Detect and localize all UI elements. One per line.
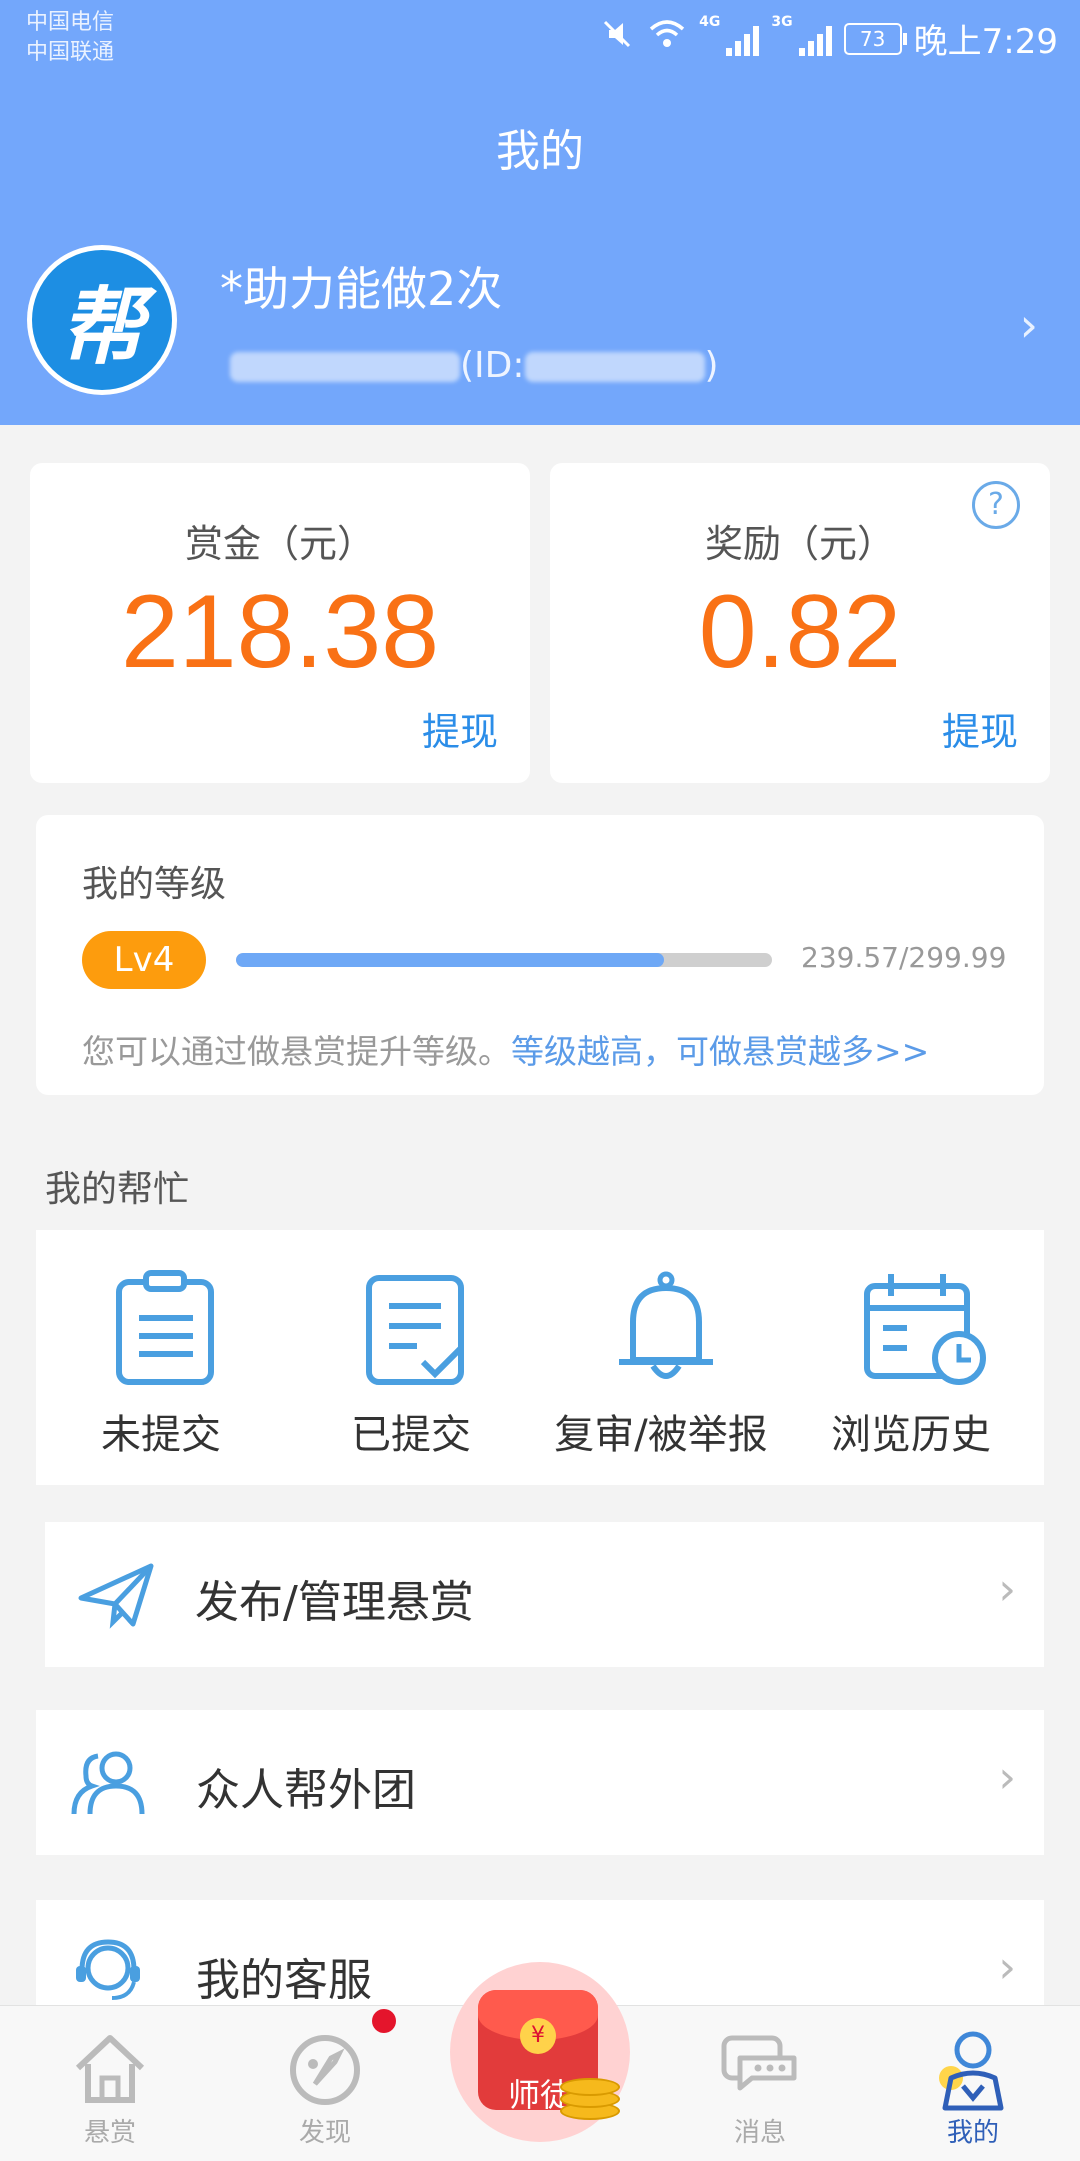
bounty-card: 赏金（元） 218.38 提现 <box>30 463 530 783</box>
level-progress-text: 239.57/299.99 <box>801 941 1007 974</box>
submitted-item[interactable]: 已提交 <box>286 1230 536 1485</box>
chevron-right-icon: › <box>998 1752 1016 1803</box>
mute-icon <box>599 16 635 61</box>
browse-history-label: 浏览历史 <box>831 1412 991 1458</box>
people-icon <box>71 1751 145 1815</box>
level-badge: Lv4 <box>82 931 206 989</box>
yuan-coin-icon: ¥ <box>520 2018 556 2054</box>
level-progress-bar <box>236 953 772 967</box>
level-info-link[interactable]: 等级越高，可做悬赏越多>> <box>511 1032 929 1071</box>
tab-bounty-label: 悬赏 <box>83 2118 136 2148</box>
clipboard-icon <box>116 1270 214 1385</box>
my-help-title: 我的帮忙 <box>45 1169 190 1210</box>
reward-withdraw-button[interactable]: 提现 <box>942 701 1018 756</box>
customer-service-icon <box>76 1939 140 2000</box>
network-type-2: 3G <box>771 14 793 30</box>
chevron-right-icon: › <box>998 1564 1016 1615</box>
reward-value: 0.82 <box>698 574 902 690</box>
status-icons: 4G 3G 73 晚上7:29 <box>599 14 1058 63</box>
browse-history-item[interactable]: 浏览历史 <box>786 1230 1036 1485</box>
avatar[interactable]: 帮 <box>27 245 177 395</box>
level-progress-fill <box>236 953 665 967</box>
team-label: 众人帮外团 <box>196 1765 416 1816</box>
level-tip: 您可以通过做悬赏提升等级。等级越高，可做悬赏越多>> <box>82 1025 929 1073</box>
reward-card: ? 奖励（元） 0.82 提现 <box>550 463 1050 783</box>
bounty-label: 赏金（元） <box>184 522 375 566</box>
carrier-1: 中国电信 <box>26 10 115 35</box>
my-help-grid: 未提交 已提交 复审/被举报 浏览历史 <box>36 1230 1044 1485</box>
profile-arrow-icon[interactable]: › <box>1020 298 1038 352</box>
bounty-value: 218.38 <box>120 574 440 690</box>
bell-icon <box>619 1271 713 1379</box>
checked-document-icon <box>366 1275 464 1385</box>
publish-manage-bounty-row[interactable]: 发布/管理悬赏 › <box>45 1522 1044 1667</box>
review-reported-item[interactable]: 复审/被举报 <box>536 1230 786 1485</box>
not-submitted-item[interactable]: 未提交 <box>36 1230 286 1485</box>
network-type-1: 4G <box>699 14 721 30</box>
customer-service-label: 我的客服 <box>196 1955 372 2006</box>
level-title: 我的等级 <box>82 864 227 905</box>
carrier-2: 中国联通 <box>26 40 115 65</box>
message-icon <box>721 2035 797 2091</box>
home-icon <box>75 2035 145 2103</box>
publish-manage-bounty-label: 发布/管理悬赏 <box>195 1577 474 1628</box>
status-bar: 中国电信 中国联通 4G 3G 73 晚上7:29 <box>0 0 1080 70</box>
page-title: 我的 <box>496 126 584 177</box>
gold-coins-icon <box>560 2072 620 2122</box>
team-row[interactable]: 众人帮外团 › <box>36 1710 1044 1855</box>
chevron-right-icon: › <box>998 1942 1016 1993</box>
redacted-id <box>524 352 705 382</box>
tab-bounty[interactable]: 悬赏 <box>30 2006 190 2161</box>
bounty-withdraw-button[interactable]: 提现 <box>422 701 498 756</box>
tab-mine-label: 我的 <box>946 2118 999 2148</box>
notification-dot <box>372 2009 396 2033</box>
user-id-suffix: ) <box>704 345 719 386</box>
battery-icon: 73 <box>843 22 907 55</box>
avatar-logo: 帮 <box>32 250 172 390</box>
profile-header: 中国电信 中国联通 4G 3G 73 晚上7:29 我的 帮 *助力能做2次 (… <box>0 0 1080 425</box>
paper-plane-icon <box>78 1563 154 1629</box>
tab-mentor[interactable]: ¥ 师徒 <box>450 1962 630 2142</box>
carrier-info: 中国电信 中国联通 <box>26 8 114 68</box>
redacted-name <box>230 352 460 382</box>
tab-discover-label: 发现 <box>298 2118 351 2148</box>
reward-label: 奖励（元） <box>704 522 895 566</box>
level-card: 我的等级 Lv4 239.57/299.99 您可以通过做悬赏提升等级。等级越高… <box>36 815 1044 1095</box>
discover-icon <box>290 2035 360 2105</box>
profile-icon <box>939 2031 1004 2111</box>
signal-icon-2 <box>798 22 832 56</box>
user-name[interactable]: *助力能做2次 <box>220 253 502 319</box>
tab-messages[interactable]: 消息 <box>680 2006 840 2161</box>
user-id: (ID:) <box>230 345 719 386</box>
not-submitted-label: 未提交 <box>101 1412 221 1458</box>
signal-icon-1 <box>726 22 760 56</box>
calendar-clock-icon <box>864 1274 986 1385</box>
tab-mine[interactable]: 我的 <box>893 2006 1053 2161</box>
wifi-icon <box>647 17 687 60</box>
review-reported-label: 复审/被举报 <box>554 1412 768 1458</box>
level-tip-text: 您可以通过做悬赏提升等级。 <box>82 1032 511 1071</box>
submitted-label: 已提交 <box>351 1412 471 1458</box>
user-id-prefix: (ID: <box>460 345 525 386</box>
tab-messages-label: 消息 <box>733 2118 786 2148</box>
clock: 晚上7:29 <box>913 22 1058 62</box>
